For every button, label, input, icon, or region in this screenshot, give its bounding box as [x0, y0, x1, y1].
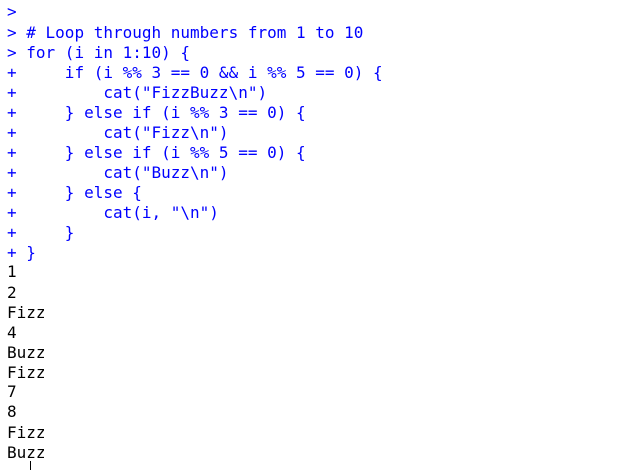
console-output-line: 4 — [7, 323, 17, 342]
code-text: } — [16, 223, 75, 242]
code-text: } else if (i %% 5 == 0) { — [16, 143, 306, 162]
console-output-line: 1 — [7, 262, 17, 281]
console-output-line: 7 — [7, 382, 17, 401]
prompt-symbol: > — [7, 2, 17, 21]
console-output-line: Buzz — [7, 343, 46, 362]
console-input-line: + } — [7, 223, 74, 243]
prompt-symbol: + — [7, 203, 17, 222]
console-input-line: + } else { — [7, 183, 142, 203]
code-text: cat(i, "\n") — [16, 203, 219, 222]
text-cursor — [30, 461, 31, 470]
code-text: for (i in 1:10) { — [16, 43, 191, 62]
console-input-line: + cat("Fizz\n") — [7, 123, 229, 143]
prompt-symbol: > — [7, 23, 17, 42]
console-output-line: Fizz — [7, 423, 46, 442]
prompt-symbol: + — [7, 103, 17, 122]
prompt-symbol: + — [7, 163, 17, 182]
code-text: } else { — [16, 183, 142, 202]
code-text: } — [16, 243, 36, 262]
code-text: cat("Buzz\n") — [16, 163, 229, 182]
prompt-symbol: + — [7, 183, 17, 202]
prompt-symbol: + — [7, 123, 17, 142]
console-input-line: + } else if (i %% 5 == 0) { — [7, 143, 306, 163]
console-output-line: Fizz — [7, 303, 46, 322]
code-text: } else if (i %% 3 == 0) { — [16, 103, 306, 122]
code-text: cat("Fizz\n") — [16, 123, 229, 142]
code-text: if (i %% 3 == 0 && i %% 5 == 0) { — [16, 63, 383, 82]
console-input-line: + cat(i, "\n") — [7, 203, 219, 223]
console-input-line: + cat("Buzz\n") — [7, 163, 229, 183]
prompt-symbol: + — [7, 83, 17, 102]
code-text: # Loop through numbers from 1 to 10 — [16, 23, 364, 42]
prompt-symbol: + — [7, 223, 17, 242]
console-output-line: Fizz — [7, 363, 46, 382]
prompt-symbol: > — [7, 43, 17, 62]
console-input-line: + if (i %% 3 == 0 && i %% 5 == 0) { — [7, 63, 383, 83]
console-input-line: > — [7, 2, 17, 22]
console-output-line: 2 — [7, 283, 17, 302]
console-input-line: > # Loop through numbers from 1 to 10 — [7, 23, 363, 43]
prompt-symbol: + — [7, 243, 17, 262]
console-output-line: Buzz — [7, 443, 46, 462]
prompt-symbol: + — [7, 143, 17, 162]
r-console[interactable]: > > # Loop through numbers from 1 to 10 … — [0, 0, 622, 470]
console-output-line: 8 — [7, 402, 17, 421]
console-input-line: + } — [7, 243, 36, 263]
console-input-line: + } else if (i %% 3 == 0) { — [7, 103, 306, 123]
console-input-line: + cat("FizzBuzz\n") — [7, 83, 267, 103]
code-text: cat("FizzBuzz\n") — [16, 83, 268, 102]
console-input-line: > for (i in 1:10) { — [7, 43, 190, 63]
prompt-symbol: + — [7, 63, 17, 82]
